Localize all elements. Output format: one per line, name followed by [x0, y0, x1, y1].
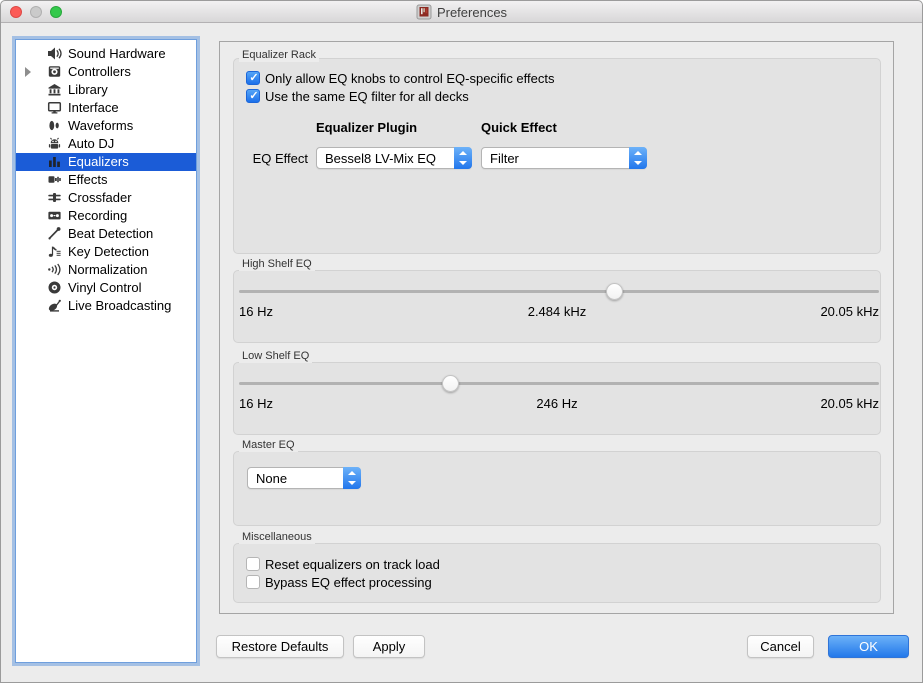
ok-button[interactable]: OK: [828, 635, 909, 658]
low-shelf-eq-slider[interactable]: [239, 374, 879, 392]
sidebar-item-label: Auto DJ: [68, 136, 114, 151]
column-header-quick-effect: Quick Effect: [481, 120, 557, 135]
bank-icon: [46, 82, 62, 98]
sidebar-item-label: Sound Hardware: [68, 46, 166, 61]
preferences-app-icon: [416, 4, 432, 20]
sidebar-item-label: Controllers: [68, 64, 131, 79]
controller-icon: [46, 64, 62, 80]
sidebar-item-vinyl-control[interactable]: Vinyl Control: [16, 279, 196, 297]
preferences-window: Preferences Sound Hardware Controllers L…: [0, 0, 923, 683]
sidebar-item-beat-detection[interactable]: Beat Detection: [16, 225, 196, 243]
eq-effect-row-label: EQ Effect: [233, 151, 308, 166]
dropdown-arrows-icon: [629, 147, 647, 169]
beat-icon: [46, 226, 62, 242]
sidebar-item-key-detection[interactable]: Key Detection: [16, 243, 196, 261]
sidebar-item-library[interactable]: Library: [16, 81, 196, 99]
high-shelf-eq-slider-handle[interactable]: [606, 283, 623, 300]
sidebar-item-label: Recording: [68, 208, 127, 223]
cancel-button[interactable]: Cancel: [747, 635, 814, 658]
group-title-high-shelf-eq: High Shelf EQ: [239, 258, 315, 271]
sidebar-item-label: Live Broadcasting: [68, 298, 171, 313]
dropdown-arrows-icon: [343, 467, 361, 489]
checkbox-same-eq-filter-label: Use the same EQ filter for all decks: [265, 89, 469, 104]
titlebar: Preferences: [1, 1, 922, 23]
high-shelf-max-label: 20.05 kHz: [233, 304, 879, 319]
group-title-master-eq: Master EQ: [239, 439, 298, 452]
sidebar-item-interface[interactable]: Interface: [16, 99, 196, 117]
checkbox-same-eq-filter[interactable]: [246, 89, 260, 103]
window-title: Preferences: [437, 5, 507, 20]
high-shelf-eq-slider[interactable]: [239, 282, 879, 300]
equalizer-plugin-dropdown[interactable]: Bessel8 LV-Mix EQ: [316, 147, 472, 169]
sidebar-item-recording[interactable]: Recording: [16, 207, 196, 225]
sidebar-item-sound-hardware[interactable]: Sound Hardware: [16, 45, 196, 63]
group-miscellaneous: [233, 543, 881, 603]
group-title-low-shelf-eq: Low Shelf EQ: [239, 350, 312, 363]
sidebar-item-crossfader[interactable]: Crossfader: [16, 189, 196, 207]
monitor-icon: [46, 100, 62, 116]
sidebar-item-controllers[interactable]: Controllers: [16, 63, 196, 81]
checkbox-reset-equalizers-label: Reset equalizers on track load: [265, 557, 440, 572]
preferences-sidebar: Sound Hardware Controllers Library Inter…: [15, 39, 197, 663]
satellite-icon: [46, 298, 62, 314]
sidebar-item-live-broadcasting[interactable]: Live Broadcasting: [16, 297, 196, 315]
slider-track[interactable]: [239, 290, 879, 293]
slider-track[interactable]: [239, 382, 879, 385]
recorder-icon: [46, 208, 62, 224]
sidebar-item-label: Equalizers: [68, 154, 129, 169]
checkbox-eq-knobs-only-label: Only allow EQ knobs to control EQ-specif…: [265, 71, 555, 86]
low-shelf-eq-slider-handle[interactable]: [442, 375, 459, 392]
sidebar-item-normalization[interactable]: Normalization: [16, 261, 196, 279]
apply-button[interactable]: Apply: [353, 635, 425, 658]
sidebar-item-label: Waveforms: [68, 118, 133, 133]
music-key-icon: [46, 244, 62, 260]
checkbox-eq-knobs-only[interactable]: [246, 71, 260, 85]
sidebar-item-label: Normalization: [68, 262, 147, 277]
speaker-icon: [46, 46, 62, 62]
group-title-miscellaneous: Miscellaneous: [239, 531, 315, 544]
quick-effect-dropdown[interactable]: Filter: [481, 147, 647, 169]
sidebar-item-label: Library: [68, 82, 108, 97]
equalizer-plugin-value: Bessel8 LV-Mix EQ: [317, 151, 454, 166]
vinyl-icon: [46, 280, 62, 296]
sidebar-item-label: Beat Detection: [68, 226, 153, 241]
column-header-equalizer-plugin: Equalizer Plugin: [316, 120, 417, 135]
master-eq-value: None: [248, 471, 343, 486]
quick-effect-value: Filter: [482, 151, 629, 166]
robot-icon: [46, 136, 62, 152]
sidebar-item-equalizers[interactable]: Equalizers: [16, 153, 196, 171]
sidebar-item-auto-dj[interactable]: Auto DJ: [16, 135, 196, 153]
checkbox-reset-equalizers[interactable]: [246, 557, 260, 571]
sidebar-item-label: Key Detection: [68, 244, 149, 259]
sidebar-item-label: Effects: [68, 172, 108, 187]
sidebar-item-label: Interface: [68, 100, 119, 115]
equalizer-bars-icon: [46, 154, 62, 170]
dropdown-arrows-icon: [454, 147, 472, 169]
low-shelf-max-label: 20.05 kHz: [233, 396, 879, 411]
restore-defaults-button[interactable]: Restore Defaults: [216, 635, 344, 658]
waveform-icon: [46, 118, 62, 134]
checkbox-bypass-eq-label: Bypass EQ effect processing: [265, 575, 432, 590]
master-eq-dropdown[interactable]: None: [247, 467, 361, 489]
crossfader-icon: [46, 190, 62, 206]
effects-icon: [46, 172, 62, 188]
sidebar-item-label: Vinyl Control: [68, 280, 141, 295]
sidebar-item-waveforms[interactable]: Waveforms: [16, 117, 196, 135]
sidebar-item-effects[interactable]: Effects: [16, 171, 196, 189]
checkbox-bypass-eq[interactable]: [246, 575, 260, 589]
group-title-equalizer-rack: Equalizer Rack: [239, 49, 319, 62]
disclosure-triangle-icon[interactable]: [25, 67, 31, 77]
preferences-content-pane: Equalizer Rack Only allow EQ knobs to co…: [219, 41, 894, 614]
sidebar-item-label: Crossfader: [68, 190, 132, 205]
soundwave-icon: [46, 262, 62, 278]
